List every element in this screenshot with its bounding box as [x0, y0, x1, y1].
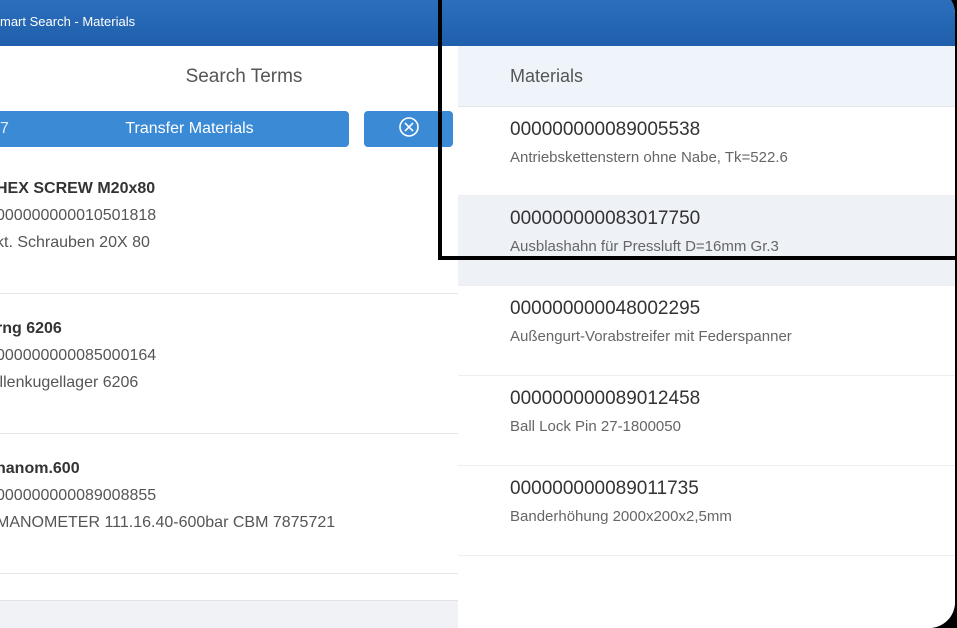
material-description: Antriebskettenstern ohne Nabe, Tk=522.6 [510, 149, 788, 166]
title-bar: mart Search - Materials [0, 0, 955, 46]
search-term-number: 000000000089008855 [0, 487, 157, 504]
search-term-item[interactable]: HEX SCREW M20x80 000000000010501818 kt. … [0, 154, 458, 294]
search-term-name: nanom.600 [0, 460, 80, 477]
material-number: 000000000089011735 [510, 478, 699, 499]
search-terms-title: Search Terms [185, 66, 303, 87]
transfer-materials-label: Transfer Materials [125, 120, 254, 137]
left-panel-footer [0, 600, 458, 628]
material-description: Ball Lock Pin 27-1800050 [510, 418, 681, 435]
material-row[interactable]: 000000000048002295 Außengurt-Vorabstreif… [458, 286, 955, 376]
transfer-materials-button[interactable]: 7 Transfer Materials [0, 111, 349, 147]
search-term-desc: MANOMETER 111.16.40-600bar CBM 7875721 [0, 514, 336, 531]
window-title: mart Search - Materials [0, 14, 136, 29]
clear-button[interactable] [364, 111, 453, 147]
search-terms-panel: Search Terms 7 Transfer Materials HEX SC… [0, 46, 458, 628]
material-row[interactable]: 000000000089012458 Ball Lock Pin 27-1800… [458, 376, 955, 466]
material-row[interactable]: 000000000089011735 Banderhöhung 2000x200… [458, 466, 955, 556]
close-circle-icon [398, 116, 420, 143]
material-description: Außengurt-Vorabstreifer mit Federspanner [510, 328, 792, 345]
search-term-desc: kt. Schrauben 20X 80 [0, 234, 150, 251]
transfer-lead-text: 7 [0, 120, 9, 137]
search-term-name: rng 6206 [0, 320, 62, 337]
search-term-number: 000000000010501818 [0, 207, 157, 224]
material-number: 000000000089005538 [510, 119, 701, 140]
material-row[interactable]: 000000000083017750 Ausblashahn für Press… [458, 196, 955, 286]
search-term-item[interactable]: nanom.600 000000000089008855 MANOMETER 1… [0, 434, 458, 574]
material-description: Banderhöhung 2000x200x2,5mm [510, 508, 732, 525]
app-window: mart Search - Materials Search Terms 7 T… [0, 0, 955, 628]
search-term-item[interactable]: rng 6206 000000000085000164 illenkugella… [0, 294, 458, 434]
material-description: Ausblashahn für Pressluft D=16mm Gr.3 [510, 238, 779, 255]
materials-header: Materials [458, 46, 955, 107]
search-term-name: HEX SCREW M20x80 [0, 180, 156, 197]
search-term-number: 000000000085000164 [0, 347, 157, 364]
button-row: 7 Transfer Materials [0, 108, 458, 154]
search-term-desc: illenkugellager 6206 [0, 374, 139, 391]
material-number: 000000000048002295 [510, 298, 701, 319]
materials-panel: Materials 000000000089005538 Antriebsket… [458, 46, 955, 628]
material-number: 000000000083017750 [510, 208, 701, 229]
material-number: 000000000089012458 [510, 388, 701, 409]
material-row[interactable]: 000000000089005538 Antriebskettenstern o… [458, 107, 955, 196]
